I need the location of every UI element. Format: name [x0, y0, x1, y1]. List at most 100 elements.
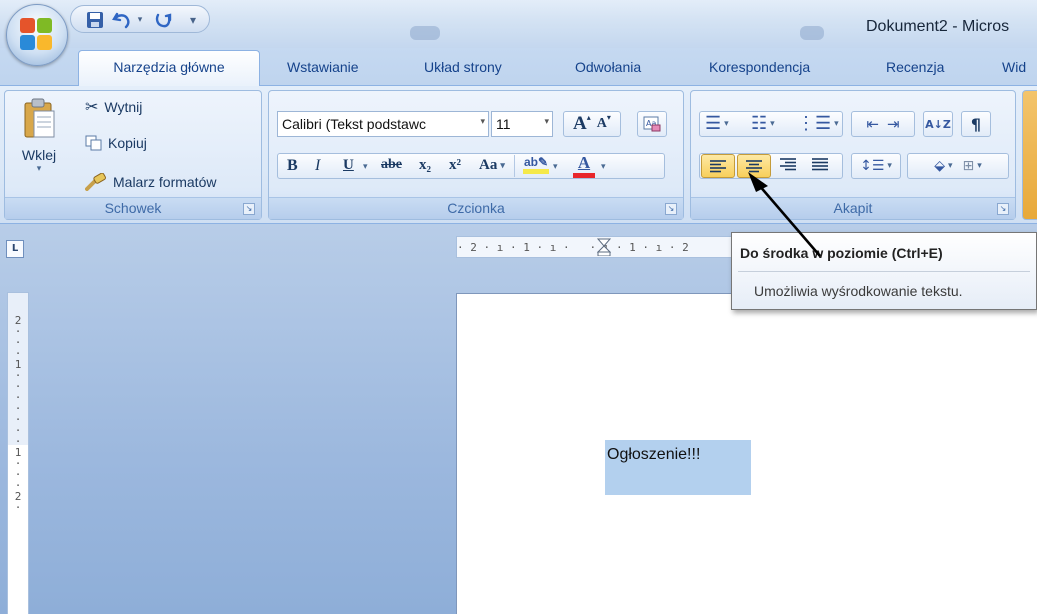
indent-marker-icon[interactable] [597, 238, 611, 256]
shading-border-buttons: ⬙ ▾ ⊞ ▾ [907, 153, 1009, 179]
change-case-label: Aa [479, 157, 498, 173]
numbered-list-icon: ☷ [751, 113, 768, 133]
underline-dropdown-icon[interactable]: ▾ [363, 161, 368, 172]
align-right-button[interactable] [779, 157, 797, 171]
paragraph-launcher-icon[interactable]: ↘ [997, 203, 1009, 215]
ribbon-tabs: Narzędzia główne Wstawianie Układ strony… [0, 48, 1037, 87]
font-launcher-icon[interactable]: ↘ [665, 203, 677, 215]
italic-button[interactable]: I [315, 157, 320, 175]
title-decoration [410, 26, 440, 40]
tab-insert[interactable]: Wstawianie [287, 59, 359, 75]
align-center-button[interactable] [737, 154, 771, 178]
selected-document-text[interactable]: Ogłoszenie!!! [605, 440, 751, 495]
pilcrow-icon: ¶ [970, 114, 982, 134]
sort-icon: A↓Z [925, 117, 951, 131]
strikethrough-button[interactable]: abe [381, 157, 402, 173]
title-decoration [800, 26, 824, 40]
horizontal-ruler-ticks: · 2 · ı · 1 · ı · · ı · 1 · ı · 2 [457, 241, 689, 254]
tab-mailings[interactable]: Korespondencja [709, 59, 810, 75]
grow-font-button[interactable]: A [573, 113, 587, 135]
clear-formatting-button[interactable]: Aa [637, 111, 667, 137]
justify-icon [812, 158, 828, 171]
font-group-label: Czcionka [269, 197, 683, 219]
font-format-toolbar [277, 153, 665, 179]
tooltip-divider [738, 271, 1030, 272]
font-color-bar [573, 173, 595, 178]
window-title: Dokument2 - Micros [866, 18, 1010, 35]
redo-icon[interactable] [151, 9, 175, 31]
tab-selector[interactable]: L [6, 240, 24, 258]
shrink-font-button[interactable]: A [597, 116, 607, 132]
ribbon: Wklej ▾ ✂ Wytnij Kopiuj Malarz formatów … [0, 86, 1037, 224]
tab-review[interactable]: Recenzja [886, 59, 944, 75]
clipboard-group-label: Schowek [5, 197, 261, 219]
paste-label: Wklej [21, 147, 57, 163]
align-right-icon [780, 158, 796, 171]
justify-button[interactable] [811, 157, 829, 171]
underline-button[interactable]: U [343, 157, 354, 174]
paste-button[interactable]: Wklej ▾ [17, 97, 61, 189]
styles-group-partial [1022, 90, 1037, 220]
quick-access-toolbar: ▾ ▾ [70, 5, 210, 33]
font-color-icon: A [577, 153, 591, 172]
font-size-combo[interactable]: 11 ▾ [491, 111, 553, 137]
customize-qat-icon[interactable]: ▾ [187, 9, 199, 31]
eraser-icon: Aa [643, 116, 661, 132]
tab-view[interactable]: Wid [1002, 59, 1026, 75]
undo-icon[interactable] [111, 9, 133, 31]
highlight-dropdown-icon[interactable]: ▾ [553, 161, 558, 172]
save-icon[interactable] [85, 9, 105, 31]
align-left-button[interactable] [701, 154, 735, 178]
format-painter-button[interactable]: Malarz formatów [85, 173, 216, 191]
bold-button[interactable]: B [287, 157, 298, 175]
chevron-down-icon: ▾ [480, 116, 485, 126]
bullet-list-icon: ☰ [705, 113, 722, 133]
decrease-indent-icon[interactable]: ⇤ [866, 115, 879, 133]
tooltip: Do środka w poziomie (Ctrl+E) Umożliwia … [731, 232, 1037, 310]
line-spacing-button[interactable]: ↕☰ ▾ [851, 153, 901, 179]
font-color-dropdown-icon[interactable]: ▾ [601, 161, 606, 172]
title-bar: ▾ ▾ Dokument2 - Micros [0, 0, 1037, 48]
font-name-value: Calibri (Tekst podstawc [282, 116, 426, 132]
align-center-icon [746, 160, 762, 173]
office-button[interactable] [6, 4, 68, 66]
horizontal-ruler[interactable]: · 2 · ı · 1 · ı · · ı · 1 · ı · 2 [456, 236, 756, 258]
bullets-button[interactable]: ☰ ▾ [705, 113, 729, 134]
show-formatting-button[interactable]: ¶ [961, 111, 991, 137]
increase-indent-icon[interactable]: ⇥ [887, 115, 900, 133]
multilevel-list-button[interactable]: ⋮☰ ▾ [797, 113, 839, 134]
numbering-button[interactable]: ☷ ▾ [751, 113, 775, 134]
clipboard-group: Wklej ▾ ✂ Wytnij Kopiuj Malarz formatów … [4, 90, 262, 220]
highlight-color-bar [523, 169, 549, 174]
subscript-button[interactable]: x₂ [419, 157, 431, 174]
font-name-combo[interactable]: Calibri (Tekst podstawc ▾ [277, 111, 489, 137]
font-group: Calibri (Tekst podstawc ▾ 11 ▾ A ▴ A ▾ A… [268, 90, 684, 220]
font-size-value: 11 [496, 116, 511, 132]
format-painter-label: Malarz formatów [113, 174, 217, 190]
superscript-button[interactable]: x² [449, 157, 461, 174]
format-painter-icon [85, 173, 106, 191]
multilevel-list-icon: ⋮☰ [797, 113, 832, 133]
sort-button[interactable]: A↓Z [923, 111, 953, 137]
copy-button[interactable]: Kopiuj [85, 135, 147, 151]
borders-icon[interactable]: ⊞ [963, 158, 975, 174]
divider [514, 155, 515, 177]
vertical-ruler-ticks: 2 · · · 1 · · · · · · · 1 · · · 2 · [14, 314, 22, 514]
cut-button[interactable]: ✂ Wytnij [85, 97, 142, 117]
clipboard-launcher-icon[interactable]: ↘ [243, 203, 255, 215]
paste-dropdown-icon[interactable]: ▾ [37, 163, 42, 174]
vertical-ruler[interactable]: 2 · · · 1 · · · · · · · 1 · · · 2 · [7, 292, 29, 614]
tab-page-layout[interactable]: Układ strony [424, 59, 502, 75]
font-color-button[interactable]: A [573, 153, 595, 178]
chevron-down-icon: ▾ [544, 116, 549, 126]
office-logo-icon [20, 18, 54, 52]
change-case-button[interactable]: Aa ▾ [479, 157, 505, 174]
highlighter-icon: ab✎ [523, 155, 549, 169]
undo-dropdown-icon[interactable]: ▾ [135, 9, 145, 31]
tooltip-title: Do środka w poziomie (Ctrl+E) [740, 245, 943, 261]
tab-references[interactable]: Odwołania [575, 59, 641, 75]
highlight-color-button[interactable]: ab✎ [523, 155, 549, 174]
indent-buttons: ⇤ ⇥ [851, 111, 915, 137]
shading-icon[interactable]: ⬙ [934, 158, 945, 174]
tab-home[interactable]: Narzędzia główne [78, 50, 260, 87]
